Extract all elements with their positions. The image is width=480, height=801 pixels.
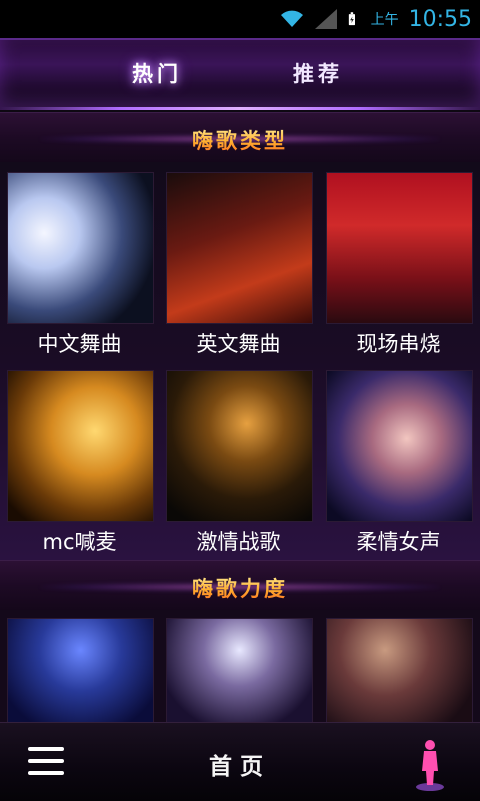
- intensity-grid: [0, 610, 480, 724]
- genre-tile-chinese-dance[interactable]: 中文舞曲: [7, 172, 154, 358]
- genre-grid: 中文舞曲 英文舞曲 现场串烧 mc喊麦 激情战歌 柔情女声: [0, 162, 480, 560]
- genre-label: 柔情女声: [356, 530, 441, 554]
- signal-icon: [314, 9, 337, 29]
- genre-thumb: [7, 172, 154, 324]
- top-tab-bar: 热门 推荐: [0, 38, 480, 110]
- genre-label: 现场串烧: [356, 332, 441, 356]
- status-bar: 上午 10:55: [0, 0, 480, 38]
- genre-tile-soft-female[interactable]: 柔情女声: [326, 370, 473, 556]
- genre-tile-english-dance[interactable]: 英文舞曲: [166, 172, 313, 358]
- genre-thumb: [326, 172, 473, 324]
- genre-tile-battle-songs[interactable]: 激情战歌: [166, 370, 313, 556]
- status-time: 10:55: [408, 6, 472, 32]
- tab-recommend[interactable]: 推荐: [293, 58, 343, 88]
- genre-tile-mc[interactable]: mc喊麦: [7, 370, 154, 556]
- genre-thumb: [326, 370, 473, 522]
- genre-label: 中文舞曲: [37, 332, 122, 356]
- genre-thumb: [7, 370, 154, 522]
- genre-label: 英文舞曲: [196, 332, 281, 356]
- section-header-intensity: 嗨歌力度: [0, 560, 480, 612]
- battery-charging-icon: [348, 12, 355, 26]
- intensity-thumb: [166, 618, 313, 724]
- home-title: 首页: [209, 754, 271, 780]
- tab-hot[interactable]: 热门: [132, 58, 182, 88]
- genre-thumb: [166, 370, 313, 522]
- intensity-tile[interactable]: [7, 618, 154, 724]
- intensity-thumb: [7, 618, 154, 724]
- section-header-genre: 嗨歌类型: [0, 112, 480, 164]
- intensity-tile[interactable]: [166, 618, 313, 724]
- genre-label: mc喊麦: [42, 530, 117, 554]
- genre-thumb: [166, 172, 313, 324]
- wifi-icon: [280, 10, 303, 27]
- intensity-tile[interactable]: [326, 618, 473, 724]
- section-title-genre: 嗨歌类型: [0, 125, 480, 155]
- figure-icon[interactable]: [410, 737, 450, 793]
- genre-label: 激情战歌: [196, 530, 281, 554]
- status-ampm: 上午: [370, 12, 399, 28]
- genre-tile-live-medley[interactable]: 现场串烧: [326, 172, 473, 358]
- section-title-intensity: 嗨歌力度: [0, 573, 480, 603]
- bottom-bar: 首页: [0, 722, 480, 801]
- status-right: 上午 10:55: [279, 4, 472, 34]
- intensity-thumb: [326, 618, 473, 724]
